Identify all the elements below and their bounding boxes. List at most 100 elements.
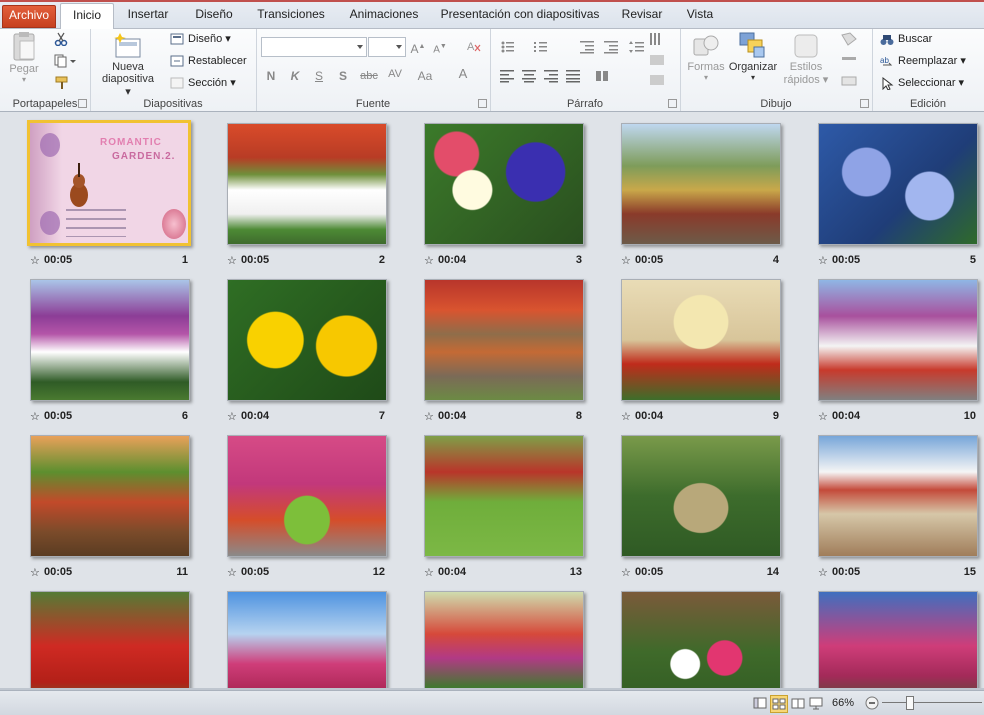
slide-image[interactable]: ROMANTIC GARDEN.2. xyxy=(27,120,191,246)
arrange-button[interactable]: Organizar ▾ xyxy=(728,31,778,82)
transition-star-icon[interactable]: ☆ xyxy=(227,410,237,423)
transition-star-icon[interactable]: ☆ xyxy=(818,410,828,423)
justify-icon[interactable] xyxy=(566,70,580,83)
bold-button[interactable]: N xyxy=(264,68,278,84)
slide-image[interactable] xyxy=(424,123,584,245)
normal-view-icon[interactable] xyxy=(752,695,768,711)
slideshow-view-icon[interactable] xyxy=(808,695,824,711)
slide-image[interactable] xyxy=(818,435,978,557)
font-size-select[interactable] xyxy=(368,37,406,57)
align-center-icon[interactable] xyxy=(522,70,536,83)
transition-star-icon[interactable]: ☆ xyxy=(818,566,828,579)
tab-archivo[interactable]: Archivo xyxy=(2,5,56,28)
char-spacing-button[interactable]: AV xyxy=(384,66,406,82)
tab-presentacion[interactable]: Presentación con diapositivas xyxy=(436,5,604,26)
zoom-slider[interactable] xyxy=(882,702,982,703)
font-color-button[interactable]: A xyxy=(454,66,472,82)
reset-button[interactable]: Restablecer xyxy=(170,52,247,70)
tab-animaciones[interactable]: Animaciones xyxy=(342,5,426,26)
group-fuente: A▲ A▼ A N K S S abc AV Aa A Fuente xyxy=(256,29,491,111)
slide-image[interactable] xyxy=(621,591,781,690)
columns-icon[interactable] xyxy=(596,71,608,81)
align-left-icon[interactable] xyxy=(500,70,514,83)
transition-star-icon[interactable]: ☆ xyxy=(227,566,237,579)
transition-star-icon[interactable]: ☆ xyxy=(621,254,631,267)
transition-star-icon[interactable]: ☆ xyxy=(424,566,434,579)
slide-image[interactable] xyxy=(424,435,584,557)
transition-star-icon[interactable]: ☆ xyxy=(424,254,434,267)
section-button[interactable]: Sección ▾ xyxy=(170,74,236,92)
replace-button[interactable]: ab Reemplazar ▾ xyxy=(880,52,966,70)
tab-vista[interactable]: Vista xyxy=(680,5,720,26)
shadow-button[interactable]: S xyxy=(336,68,350,84)
slide-sorter-view-icon[interactable] xyxy=(770,695,788,713)
shapes-button[interactable]: Formas ▾ xyxy=(684,31,728,82)
layout-button[interactable]: Diseño ▾ xyxy=(170,30,231,48)
slide-image[interactable] xyxy=(227,279,387,401)
format-painter-icon[interactable] xyxy=(54,76,70,90)
fuente-launcher-icon[interactable] xyxy=(478,99,487,108)
grow-font-icon[interactable]: A▲ xyxy=(410,39,426,56)
cursor-icon xyxy=(882,76,894,90)
slide-image[interactable] xyxy=(227,123,387,245)
zoom-slider-thumb[interactable] xyxy=(906,696,914,710)
slide-image[interactable] xyxy=(424,279,584,401)
select-label: Seleccionar xyxy=(898,77,956,89)
font-name-select[interactable] xyxy=(261,37,367,57)
transition-star-icon[interactable]: ☆ xyxy=(227,254,237,267)
slide-image[interactable] xyxy=(818,591,978,690)
dibujo-launcher-icon[interactable] xyxy=(860,99,869,108)
shapes-icon xyxy=(693,35,719,56)
transition-star-icon[interactable]: ☆ xyxy=(621,566,631,579)
tab-insertar[interactable]: Insertar xyxy=(118,5,178,26)
tab-inicio[interactable]: Inicio xyxy=(60,3,114,30)
cut-icon[interactable] xyxy=(54,32,68,46)
transition-star-icon[interactable]: ☆ xyxy=(30,566,40,579)
slide-image[interactable] xyxy=(621,435,781,557)
transition-star-icon[interactable]: ☆ xyxy=(818,254,828,267)
line-spacing-icon[interactable] xyxy=(629,41,644,53)
align-right-icon[interactable] xyxy=(544,70,558,83)
parrafo-launcher-icon[interactable] xyxy=(668,99,677,108)
strikethrough-button[interactable]: abc xyxy=(358,68,380,84)
slide-image[interactable] xyxy=(227,435,387,557)
reading-view-icon[interactable] xyxy=(790,695,806,711)
copy-icon[interactable] xyxy=(54,54,76,68)
transition-star-icon[interactable]: ☆ xyxy=(30,254,40,267)
quick-styles-button[interactable]: Estilos rápidos ▾ xyxy=(780,31,832,86)
transition-star-icon[interactable]: ☆ xyxy=(424,410,434,423)
tab-transiciones[interactable]: Transiciones xyxy=(252,5,330,26)
slide-image[interactable] xyxy=(30,435,190,557)
italic-button[interactable]: K xyxy=(288,68,302,84)
slide-image[interactable] xyxy=(30,591,190,690)
shape-format-icons[interactable] xyxy=(838,31,862,91)
slide-image[interactable] xyxy=(424,591,584,690)
tab-revisar[interactable]: Revisar xyxy=(614,5,670,26)
new-slide-button[interactable]: Nueva diapositiva ▾ xyxy=(98,31,158,98)
slide-image[interactable] xyxy=(621,123,781,245)
slide-image[interactable] xyxy=(621,279,781,401)
text-direction-icons[interactable] xyxy=(648,31,668,91)
find-button[interactable]: Buscar xyxy=(880,30,932,48)
transition-star-icon[interactable]: ☆ xyxy=(621,410,631,423)
tab-diseno[interactable]: Diseño xyxy=(186,5,242,26)
slide-image[interactable] xyxy=(818,279,978,401)
transition-star-icon[interactable]: ☆ xyxy=(30,410,40,423)
zoom-out-icon[interactable] xyxy=(864,695,880,711)
portapapeles-launcher-icon[interactable] xyxy=(78,99,87,108)
clear-format-icon[interactable]: A xyxy=(466,39,482,53)
shrink-font-icon[interactable]: A▼ xyxy=(432,39,448,55)
change-case-button[interactable]: Aa xyxy=(414,68,436,84)
slide-image[interactable] xyxy=(227,591,387,690)
increase-indent-icon[interactable] xyxy=(604,41,618,54)
bullets-icon[interactable] xyxy=(501,41,515,53)
paste-button[interactable]: Pegar ▾ xyxy=(6,31,42,84)
slide-number: 1 xyxy=(181,254,188,266)
numbering-icon[interactable] xyxy=(534,42,547,52)
slide-image[interactable] xyxy=(30,279,190,401)
select-button[interactable]: Seleccionar ▾ xyxy=(880,74,964,92)
underline-button[interactable]: S xyxy=(312,68,326,84)
zoom-level[interactable]: 66% xyxy=(832,695,854,711)
decrease-indent-icon[interactable] xyxy=(580,41,594,54)
slide-image[interactable] xyxy=(818,123,978,245)
